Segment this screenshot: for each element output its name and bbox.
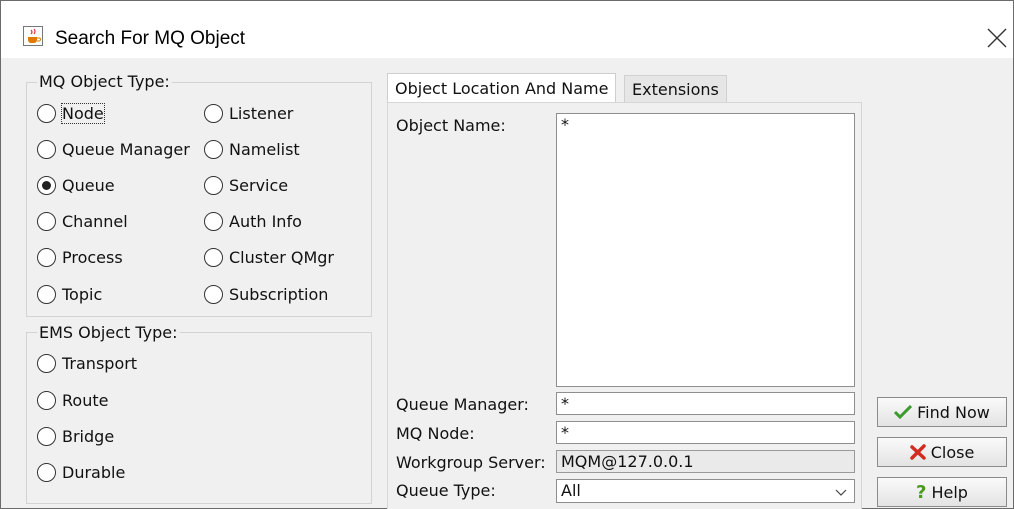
radio-label-durable: Durable	[62, 462, 126, 482]
radio-cluster-qmgr[interactable]: Cluster QMgr	[204, 243, 334, 271]
radio-label-topic: Topic	[62, 284, 103, 304]
radio-label-route: Route	[62, 390, 109, 410]
radio-queue[interactable]: Queue	[37, 171, 115, 199]
radio-listener[interactable]: Listener	[204, 99, 293, 127]
radio-button-bridge[interactable]	[37, 426, 56, 446]
radio-transport[interactable]: Transport	[37, 349, 137, 377]
mq-node-field[interactable]: *	[556, 421, 855, 444]
queue-manager-label: Queue Manager:	[396, 395, 529, 414]
find-now-label: Find Now	[917, 402, 990, 422]
title-bar: Search For MQ Object	[1, 1, 1013, 58]
workgroup-server-field: MQM@127.0.0.1	[556, 450, 855, 473]
radio-button-route[interactable]	[37, 390, 56, 410]
close-button[interactable]: Close	[877, 437, 1007, 467]
radio-button-topic[interactable]	[37, 284, 56, 304]
object-name-field[interactable]: *	[556, 113, 855, 387]
radio-namelist[interactable]: Namelist	[204, 135, 300, 163]
radio-subscription[interactable]: Subscription	[204, 280, 328, 308]
radio-label-cluster-qmgr: Cluster QMgr	[229, 247, 335, 267]
radio-button-auth-info[interactable]	[204, 211, 223, 231]
radio-button-process[interactable]	[37, 247, 56, 267]
radio-topic[interactable]: Topic	[37, 280, 102, 308]
radio-process[interactable]: Process	[37, 243, 123, 271]
chevron-down-icon[interactable]	[834, 484, 848, 503]
radio-label-node: Node	[61, 102, 105, 124]
help-button[interactable]: ? Help	[877, 477, 1007, 507]
radio-button-listener[interactable]	[204, 103, 223, 123]
radio-button-subscription[interactable]	[204, 284, 223, 304]
queue-type-value: All	[561, 481, 581, 500]
radio-label-queue-manager: Queue Manager	[62, 139, 190, 159]
ems-object-type-label: EMS Object Type:	[37, 323, 180, 342]
queue-type-select[interactable]: All	[556, 479, 855, 503]
radio-button-namelist[interactable]	[204, 139, 223, 159]
radio-auth-info[interactable]: Auth Info	[204, 207, 302, 235]
workgroup-server-label: Workgroup Server:	[396, 453, 546, 472]
radio-button-service[interactable]	[204, 175, 223, 195]
radio-label-namelist: Namelist	[229, 139, 300, 159]
radio-bridge[interactable]: Bridge	[37, 422, 114, 450]
radio-label-listener: Listener	[229, 103, 294, 123]
question-mark-icon: ?	[916, 481, 927, 503]
radio-queue-manager[interactable]: Queue Manager	[37, 135, 190, 163]
close-label: Close	[930, 442, 975, 462]
close-icon[interactable]	[985, 26, 1009, 50]
radio-button-queue-manager[interactable]	[37, 139, 56, 159]
tab-extensions[interactable]: Extensions	[624, 75, 727, 102]
radio-channel[interactable]: Channel	[37, 207, 128, 235]
radio-label-channel: Channel	[62, 211, 128, 231]
help-label: Help	[931, 482, 968, 502]
radio-label-queue: Queue	[62, 175, 115, 195]
dialog-window: Search For MQ Object MQ Object Type: Nod…	[0, 0, 1014, 509]
window-title: Search For MQ Object	[55, 28, 246, 49]
radio-label-process: Process	[62, 247, 123, 267]
radio-route[interactable]: Route	[37, 386, 108, 414]
radio-button-channel[interactable]	[37, 211, 56, 231]
radio-label-service: Service	[229, 175, 289, 195]
radio-service[interactable]: Service	[204, 171, 288, 199]
checkmark-icon	[894, 405, 913, 419]
queue-type-label: Queue Type:	[396, 481, 496, 500]
radio-button-durable[interactable]	[37, 462, 56, 482]
radio-button-transport[interactable]	[37, 353, 56, 373]
find-now-button[interactable]: Find Now	[877, 397, 1007, 427]
radio-durable[interactable]: Durable	[37, 458, 125, 486]
radio-button-node[interactable]	[37, 103, 56, 123]
red-x-icon	[909, 444, 926, 460]
radio-button-queue[interactable]	[37, 175, 56, 195]
radio-label-bridge: Bridge	[62, 426, 115, 446]
java-cup-icon	[23, 26, 43, 46]
mq-object-type-label: MQ Object Type:	[37, 72, 172, 91]
radio-label-subscription: Subscription	[229, 284, 329, 304]
queue-manager-field[interactable]: *	[556, 392, 855, 415]
tab-object-location-and-name[interactable]: Object Location And Name	[387, 73, 617, 103]
radio-label-auth-info: Auth Info	[229, 211, 302, 231]
mq-node-label: MQ Node:	[396, 424, 475, 443]
object-name-label: Object Name:	[396, 116, 506, 135]
radio-button-cluster-qmgr[interactable]	[204, 247, 223, 267]
radio-node[interactable]: Node	[37, 99, 105, 127]
radio-label-transport: Transport	[62, 353, 138, 373]
